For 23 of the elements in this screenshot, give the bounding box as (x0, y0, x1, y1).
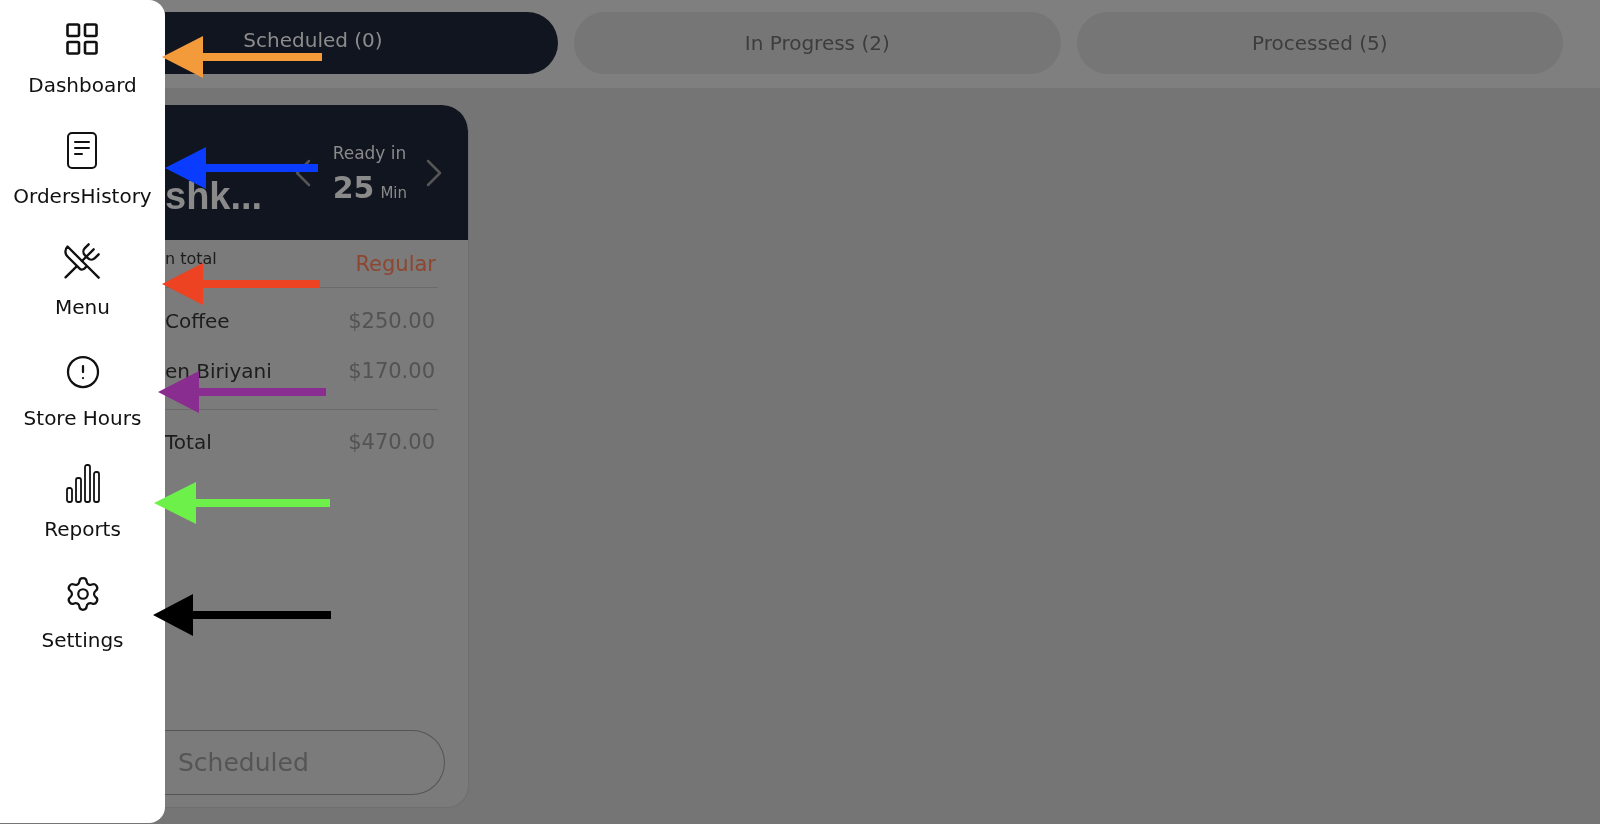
grid-icon (66, 23, 99, 55)
ready-label: Ready in (332, 141, 407, 164)
total-label: Total (165, 430, 212, 454)
document-icon (67, 131, 98, 169)
chevron-left-icon[interactable] (294, 158, 311, 187)
sidebar-item[interactable]: Store Hours (23, 354, 142, 430)
item-name: Coffee (165, 309, 230, 333)
ready-time: 25 (332, 171, 375, 204)
bar-chart-icon (65, 463, 100, 503)
sidebar-item[interactable]: OrdersHistory (13, 132, 152, 208)
sidebar-item[interactable]: Dashboard (28, 21, 137, 97)
customer-name: shk... (165, 176, 263, 216)
column-label: n total (165, 249, 217, 268)
chevron-right-icon[interactable] (426, 158, 442, 187)
item-name: en Biriyani (165, 359, 272, 383)
alert-icon (64, 354, 101, 390)
order-type: Regular (355, 251, 436, 276)
utensils-icon (62, 241, 103, 281)
sidebar-item[interactable]: Settings (41, 576, 124, 652)
tab[interactable]: Scheduled (0) (165, 12, 558, 74)
sidebar-item[interactable]: Reports (44, 465, 121, 541)
sidebar-item[interactable]: Menu (55, 243, 110, 319)
ready-unit: Min (380, 183, 407, 202)
